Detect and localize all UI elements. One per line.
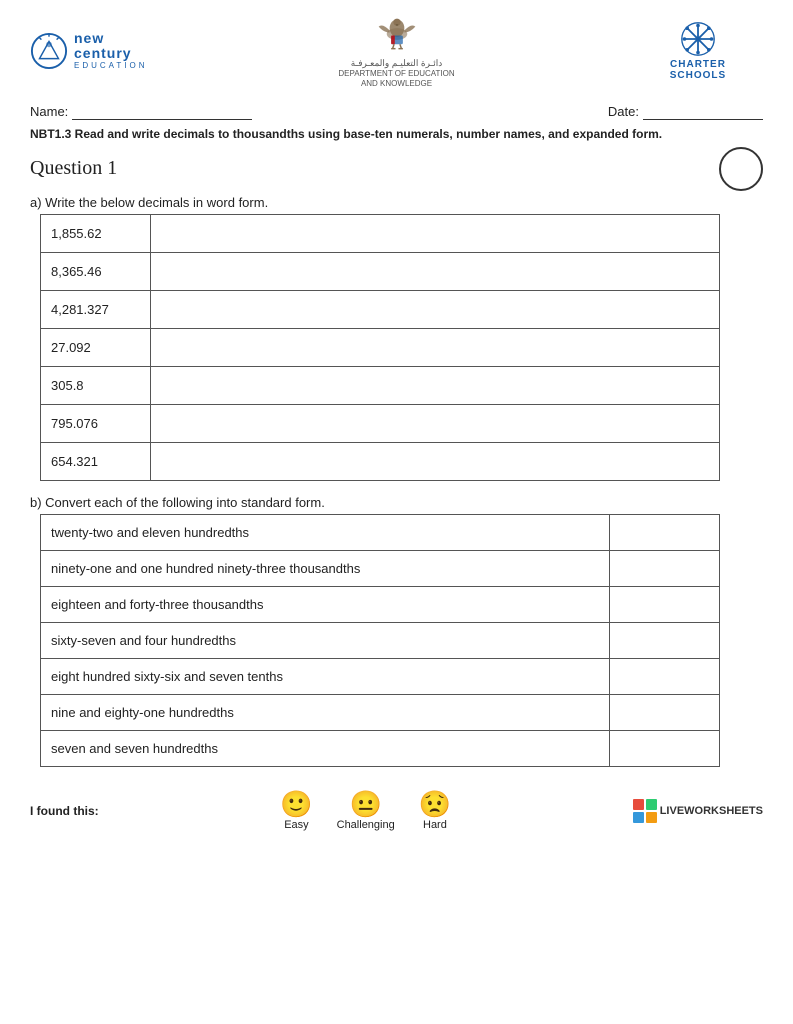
emoji-hard[interactable]: 😟 Hard <box>419 791 451 831</box>
page: new century EDUCATION <box>0 0 793 1024</box>
nc-education-label: EDUCATION <box>74 62 148 71</box>
standard-row: nine and eighty-one hundredths <box>41 694 720 730</box>
name-input[interactable] <box>72 104 252 120</box>
header: new century EDUCATION <box>30 12 763 98</box>
standard-row: twenty-two and eleven hundredths <box>41 514 720 550</box>
footer: I found this: 🙂 Easy 😐 Challenging 😟 Har… <box>30 781 763 831</box>
instruction-text: Read and write decimals to thousandths u… <box>71 127 662 141</box>
word-form-value: eight hundred sixty-six and seven tenths <box>41 658 610 694</box>
decimal-value: 1,855.62 <box>41 214 151 252</box>
word-form-value: nine and eighty-one hundredths <box>41 694 610 730</box>
challenging-face-icon: 😐 <box>349 791 381 817</box>
charter-line2: SCHOOLS <box>670 70 726 81</box>
found-this-label: I found this: <box>30 804 99 818</box>
word-form-input[interactable] <box>150 442 719 480</box>
nc-new-label: new <box>74 31 148 46</box>
word-form-input[interactable] <box>150 290 719 328</box>
standard-form-table: twenty-two and eleven hundredthsninety-o… <box>40 514 720 767</box>
decimal-row: 795.076 <box>41 404 720 442</box>
word-form-value: ninety-one and one hundred ninety-three … <box>41 550 610 586</box>
question-title: Question 1 <box>30 157 117 180</box>
charter-logo: CHARTER SCHOOLS <box>670 21 726 81</box>
challenging-label: Challenging <box>337 819 395 831</box>
decimal-value: 305.8 <box>41 366 151 404</box>
word-form-input[interactable] <box>150 404 719 442</box>
found-this-text: I found this: <box>30 804 99 818</box>
standard-row: ninety-one and one hundred ninety-three … <box>41 550 720 586</box>
emoji-group: 🙂 Easy 😐 Challenging 😟 Hard <box>99 791 633 831</box>
standard-form-input[interactable] <box>610 514 720 550</box>
name-field-row: Name: <box>30 104 252 120</box>
question-title-row: Question 1 <box>30 147 763 191</box>
word-form-value: sixty-seven and four hundredths <box>41 622 610 658</box>
standard-row: eight hundred sixty-six and seven tenths <box>41 658 720 694</box>
easy-label: Easy <box>284 819 308 831</box>
decimal-value: 795.076 <box>41 404 151 442</box>
decimal-row: 27.092 <box>41 328 720 366</box>
logo-left: new century EDUCATION <box>30 31 160 71</box>
date-input[interactable] <box>643 104 763 120</box>
nc-logo: new century EDUCATION <box>30 31 148 71</box>
liveworksheets-badge: LIVEWORKSHEETS <box>633 799 763 823</box>
decimal-row: 4,281.327 <box>41 290 720 328</box>
liveworksheets-text: LIVEWORKSHEETS <box>660 805 763 817</box>
word-form-input[interactable] <box>150 252 719 290</box>
instruction-block: NBT1.3 Read and write decimals to thousa… <box>30 126 763 143</box>
hard-face-icon: 😟 <box>419 791 451 817</box>
charter-line1: CHARTER <box>670 59 726 70</box>
dept-line2: AND KNOWLEDGE <box>361 79 432 89</box>
standard-form-input[interactable] <box>610 658 720 694</box>
hard-label: Hard <box>423 819 447 831</box>
standard-form-input[interactable] <box>610 586 720 622</box>
decimal-value: 27.092 <box>41 328 151 366</box>
name-label: Name: <box>30 104 68 119</box>
nc-icon <box>30 32 68 70</box>
word-form-input[interactable] <box>150 214 719 252</box>
emoji-easy[interactable]: 🙂 Easy <box>280 791 312 831</box>
logo-right: CHARTER SCHOOLS <box>633 21 763 81</box>
date-field-row: Date: <box>608 104 763 120</box>
standard-form-input[interactable] <box>610 694 720 730</box>
word-form-input[interactable] <box>150 328 719 366</box>
score-circle <box>719 147 763 191</box>
easy-face-icon: 🙂 <box>280 791 312 817</box>
decimal-row: 654.321 <box>41 442 720 480</box>
name-date-row: Name: Date: <box>30 104 763 120</box>
logo-center: دائـرة التعليـم والمعـرفـة DEPARTMENT OF… <box>338 12 454 90</box>
standard-row: sixty-seven and four hundredths <box>41 622 720 658</box>
arabic-text: دائـرة التعليـم والمعـرفـة <box>351 58 442 69</box>
nc-text: new century EDUCATION <box>74 31 148 71</box>
emoji-challenging[interactable]: 😐 Challenging <box>337 791 395 831</box>
word-form-value: eighteen and forty-three thousandths <box>41 586 610 622</box>
part-b-label: b) Convert each of the following into st… <box>30 495 763 510</box>
standard-row: eighteen and forty-three thousandths <box>41 586 720 622</box>
decimals-table: 1,855.628,365.464,281.32727.092305.8795.… <box>40 214 720 481</box>
standard-form-input[interactable] <box>610 730 720 766</box>
part-a-label: a) Write the below decimals in word form… <box>30 195 763 210</box>
standard-row: seven and seven hundredths <box>41 730 720 766</box>
lw-icon <box>633 799 657 823</box>
decimal-value: 8,365.46 <box>41 252 151 290</box>
charter-snowflake-icon <box>680 21 716 57</box>
nc-century-label: century <box>74 46 148 61</box>
decimal-row: 8,365.46 <box>41 252 720 290</box>
decimal-row: 1,855.62 <box>41 214 720 252</box>
decimal-value: 654.321 <box>41 442 151 480</box>
uae-emblem-icon <box>375 12 419 56</box>
date-label: Date: <box>608 104 639 119</box>
decimal-row: 305.8 <box>41 366 720 404</box>
dept-line1: DEPARTMENT OF EDUCATION <box>338 69 454 79</box>
instruction-code: NBT1.3 <box>30 127 71 141</box>
word-form-input[interactable] <box>150 366 719 404</box>
decimal-value: 4,281.327 <box>41 290 151 328</box>
word-form-value: seven and seven hundredths <box>41 730 610 766</box>
standard-form-input[interactable] <box>610 622 720 658</box>
word-form-value: twenty-two and eleven hundredths <box>41 514 610 550</box>
standard-form-input[interactable] <box>610 550 720 586</box>
